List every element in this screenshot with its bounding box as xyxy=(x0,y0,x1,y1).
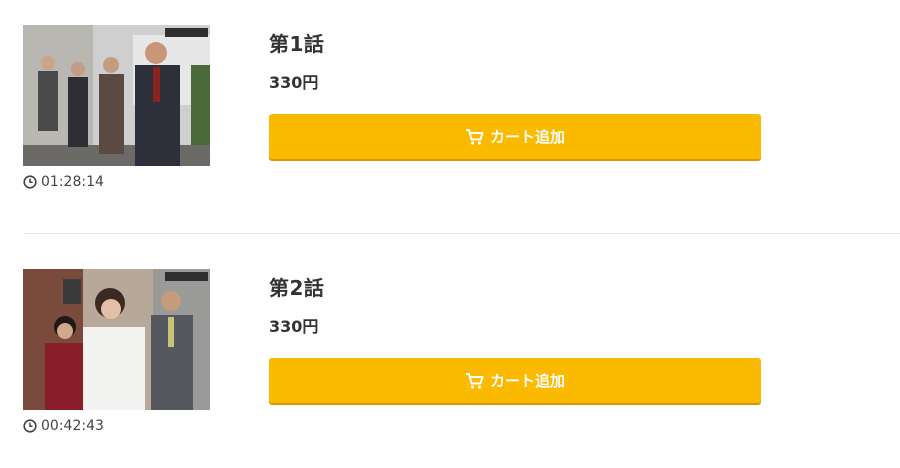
divider xyxy=(23,233,900,234)
episode-price: 330円 xyxy=(269,73,319,92)
episode-thumbnail[interactable] xyxy=(23,269,210,410)
add-to-cart-button[interactable]: カート追加 xyxy=(269,358,761,403)
episode-item: 00:42:43 第2話 330円 カート追加 xyxy=(0,266,900,466)
duration: 00:42:43 xyxy=(23,417,104,435)
clock-icon xyxy=(23,175,37,189)
episode-title: 第1話 xyxy=(269,32,325,56)
episode-thumbnail[interactable] xyxy=(23,25,210,166)
episode-item: 01:28:14 第1話 330円 カート追加 xyxy=(0,22,900,222)
duration: 01:28:14 xyxy=(23,173,104,191)
cart-icon xyxy=(465,128,484,146)
add-to-cart-button[interactable]: カート追加 xyxy=(269,114,761,159)
add-to-cart-label: カート追加 xyxy=(489,128,565,146)
add-to-cart-label: カート追加 xyxy=(489,372,565,390)
cart-icon xyxy=(465,372,484,390)
clock-icon xyxy=(23,419,37,433)
duration-text: 01:28:14 xyxy=(41,174,104,190)
duration-text: 00:42:43 xyxy=(41,418,104,434)
episode-price: 330円 xyxy=(269,317,319,336)
episode-title: 第2話 xyxy=(269,276,325,300)
